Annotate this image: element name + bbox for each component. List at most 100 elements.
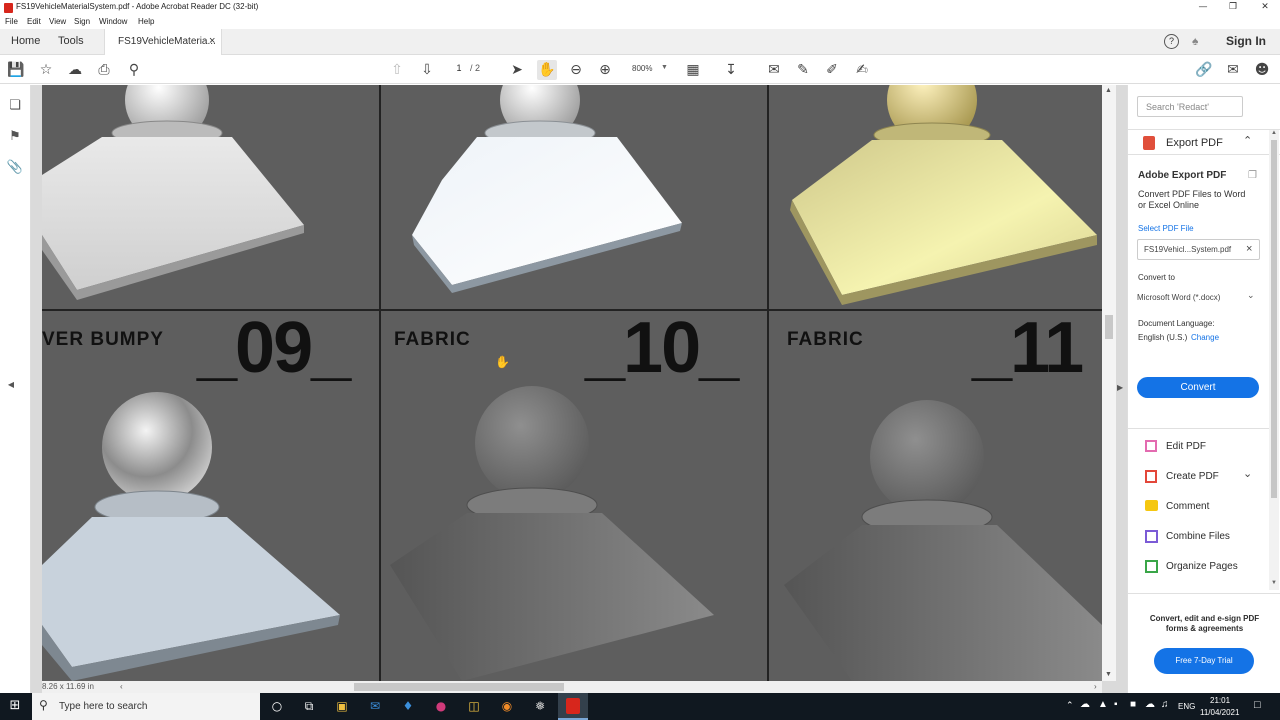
page-thumbnails-icon[interactable]: ❏ xyxy=(6,98,24,116)
page-number-input[interactable]: 1 xyxy=(449,63,469,77)
print-icon[interactable]: ⎙ xyxy=(94,60,114,80)
tool-combine-files[interactable]: Combine Files xyxy=(1128,522,1269,548)
sign-in-link[interactable]: Sign In xyxy=(1226,29,1266,55)
horizontal-scrollbar[interactable]: 8.26 x 11.69 in ‹ › xyxy=(42,681,1102,693)
file-explorer-icon[interactable]: ◫ xyxy=(464,696,484,716)
user-share-icon[interactable]: ☻ xyxy=(1252,60,1272,80)
zoom-out-icon[interactable]: ⊖ xyxy=(566,60,586,80)
tool-edit-pdf[interactable]: Edit PDF xyxy=(1128,432,1269,458)
scroll-down-arrow-icon[interactable]: ▼ xyxy=(1105,671,1112,678)
format-select[interactable]: Microsoft Word (*.docx) ⌄ xyxy=(1137,288,1260,308)
format-dropdown-icon[interactable]: ⌄ xyxy=(1247,291,1255,301)
remove-file-icon[interactable]: × xyxy=(1246,243,1252,255)
fit-page-icon[interactable]: ▦ xyxy=(683,60,703,80)
tool-organize-pages[interactable]: Organize Pages xyxy=(1128,552,1269,578)
collapse-chevron-icon[interactable]: ⌃ xyxy=(1243,134,1252,147)
copy-icon[interactable]: ❐ xyxy=(1248,170,1257,181)
acrobat-taskbar-button[interactable] xyxy=(558,693,588,720)
show-hidden-icons[interactable]: ⌃ xyxy=(1066,700,1074,711)
tools-scrollbar[interactable]: ▲ ▼ xyxy=(1269,130,1279,590)
menu-file[interactable]: File xyxy=(5,17,18,26)
free-trial-button[interactable]: Free 7-Day Trial xyxy=(1154,648,1254,674)
close-window-button[interactable]: ✕ xyxy=(1250,0,1280,15)
draw-icon[interactable]: ✐ xyxy=(822,60,842,80)
cortana-icon[interactable]: ○ xyxy=(267,696,287,716)
scroll-right-arrow-icon[interactable]: › xyxy=(1094,682,1097,691)
change-language-link[interactable]: Change xyxy=(1191,333,1219,342)
collapse-left-arrow-icon[interactable]: ◀ xyxy=(2,380,20,398)
store-icon[interactable]: ▣ xyxy=(332,696,352,716)
tab-home[interactable]: Home xyxy=(11,29,40,55)
upload-cloud-icon[interactable]: ☁ xyxy=(65,60,85,80)
export-pdf-header[interactable]: Export PDF ⌃ xyxy=(1128,129,1280,155)
tools-scroll-down-icon[interactable]: ▼ xyxy=(1271,580,1277,586)
bookmarks-icon[interactable]: ⚑ xyxy=(6,129,24,147)
restore-button[interactable]: ❐ xyxy=(1218,0,1248,15)
next-page-icon[interactable]: ⇩ xyxy=(417,60,437,80)
app-icon[interactable]: ❅ xyxy=(530,696,550,716)
tab-tools[interactable]: Tools xyxy=(58,29,84,55)
clock-date[interactable]: 11/04/2021 xyxy=(1200,708,1239,717)
convert-button[interactable]: Convert xyxy=(1137,377,1259,398)
close-tab-icon[interactable]: × xyxy=(209,29,215,54)
clock-time[interactable]: 21:01 xyxy=(1210,696,1230,705)
tab-document[interactable]: FS19VehicleMateria... × xyxy=(104,29,222,56)
blender-icon[interactable]: ◉ xyxy=(497,696,517,716)
zoom-in-icon[interactable]: ⊕ xyxy=(595,60,615,80)
tool-create-pdf[interactable]: Create PDF ⌄ xyxy=(1128,462,1269,488)
mail-app-icon[interactable]: ✉ xyxy=(365,696,385,716)
tray-icon[interactable]: ■ xyxy=(1130,699,1136,710)
scroll-up-arrow-icon[interactable]: ▲ xyxy=(1105,87,1112,94)
promo-panel: Convert, edit and e-sign PDF forms & agr… xyxy=(1128,593,1280,693)
comment-icon[interactable]: ✉ xyxy=(764,60,784,80)
select-cursor-icon[interactable]: ➤ xyxy=(507,60,527,80)
help-icon[interactable]: ? xyxy=(1164,34,1179,49)
vertical-scrollbar[interactable]: ▲ ▼ xyxy=(1102,85,1116,681)
expand-right-pane-icon[interactable]: ▶ xyxy=(1117,383,1123,392)
selected-file-field[interactable]: FS19Vehicl...System.pdf × xyxy=(1137,239,1260,260)
edit-pdf-icon xyxy=(1145,440,1157,452)
menu-view[interactable]: View xyxy=(49,17,66,26)
volume-icon[interactable]: ♫ xyxy=(1161,699,1169,710)
vertical-scroll-thumb[interactable] xyxy=(1105,315,1113,339)
bookmark-star-icon[interactable]: ☆ xyxy=(36,60,56,80)
highlight-pen-icon[interactable]: ✎ xyxy=(793,60,813,80)
task-view-icon[interactable]: ⧉ xyxy=(299,696,319,716)
email-icon[interactable]: ✉ xyxy=(1223,60,1243,80)
tray-icon[interactable]: ▲ xyxy=(1098,699,1108,710)
taskbar-search-box[interactable]: ⚲ Type here to search xyxy=(32,693,260,720)
menu-sign[interactable]: Sign xyxy=(74,17,90,26)
horizontal-scroll-thumb[interactable] xyxy=(354,683,564,691)
share-link-icon[interactable]: 🔗 xyxy=(1194,60,1214,80)
scroll-left-arrow-icon[interactable]: ‹ xyxy=(120,682,123,691)
minimize-button[interactable]: — xyxy=(1188,0,1218,15)
pdf-page[interactable]: VER BUMPY _09_ FABRIC _10_ FABRIC _11 ✋ xyxy=(42,85,1102,681)
scroll-mode-icon[interactable]: ↧ xyxy=(721,60,741,80)
tray-icon[interactable]: ▪ xyxy=(1114,699,1118,710)
search-zoom-icon[interactable]: ⚲ xyxy=(124,60,144,80)
tools-scroll-thumb[interactable] xyxy=(1271,140,1277,498)
tools-scroll-up-icon[interactable]: ▲ xyxy=(1271,130,1277,136)
expand-chevron-icon[interactable]: ⌄ xyxy=(1243,467,1252,480)
menu-window[interactable]: Window xyxy=(99,17,127,26)
input-language[interactable]: ENG xyxy=(1178,702,1195,711)
notifications-icon[interactable]: □ xyxy=(1254,699,1261,711)
zoom-dropdown-icon[interactable]: ▼ xyxy=(661,64,668,71)
attachments-icon[interactable]: 📎 xyxy=(6,160,24,178)
menu-edit[interactable]: Edit xyxy=(27,17,41,26)
app-icon[interactable]: ♦ xyxy=(398,696,418,716)
previous-page-icon[interactable]: ⇧ xyxy=(387,60,407,80)
network-icon[interactable]: ☁ xyxy=(1145,699,1155,710)
zoom-level[interactable]: 800% xyxy=(632,64,652,73)
menu-help[interactable]: Help xyxy=(138,17,154,26)
fill-sign-icon[interactable]: ✍ xyxy=(852,60,872,80)
tool-comment[interactable]: Comment xyxy=(1128,492,1269,518)
notification-bell-icon[interactable]: ♠ xyxy=(1192,29,1198,55)
windows-start-icon[interactable]: ⊞ xyxy=(5,696,25,716)
onedrive-icon[interactable]: ☁ xyxy=(1080,699,1090,710)
save-icon[interactable]: 💾 xyxy=(6,60,26,80)
tool-search-input[interactable]: Search 'Redact' xyxy=(1137,96,1243,117)
hand-tool-icon[interactable]: ✋ xyxy=(537,60,557,80)
app-icon[interactable]: ● xyxy=(431,696,451,716)
document-viewer[interactable]: VER BUMPY _09_ FABRIC _10_ FABRIC _11 ✋ … xyxy=(31,85,1127,693)
